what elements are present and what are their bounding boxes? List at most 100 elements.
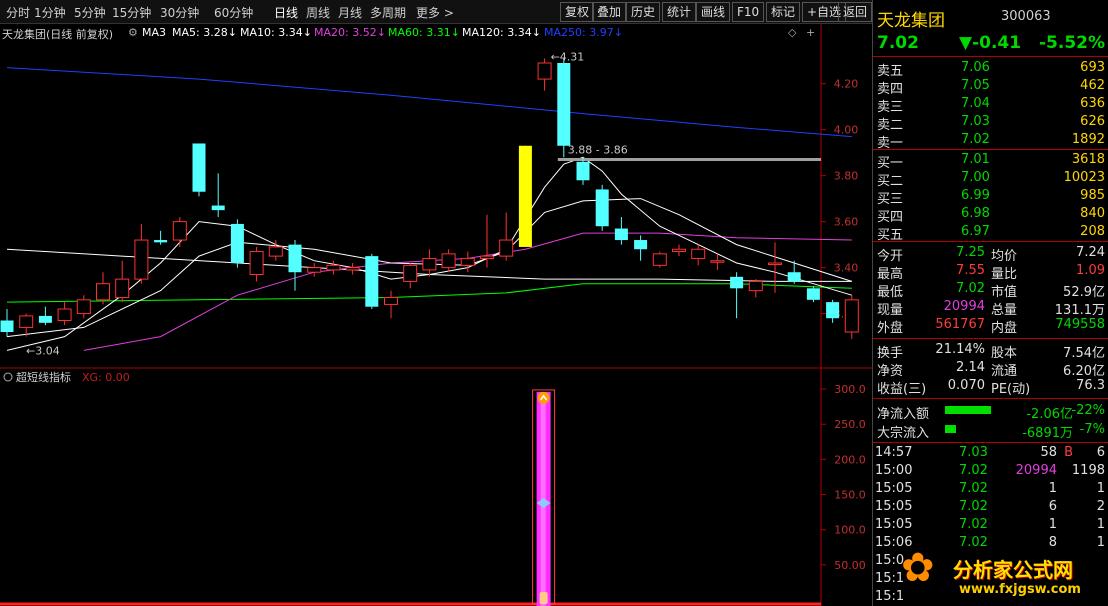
- bid-row: 买五 6.97 208: [873, 223, 1108, 243]
- price-tick-label: 3.80: [834, 170, 859, 183]
- stat-row: 最低 7.02 市值 52.9亿: [873, 280, 1108, 300]
- candle-body: [307, 267, 322, 273]
- candle-body: [652, 253, 667, 266]
- bid-volume: 208: [1080, 224, 1105, 239]
- tick-time: 15:1: [875, 571, 905, 586]
- stock-code: 300063: [1001, 9, 1051, 24]
- tick-row: 14:57 7.03 58 B 6: [873, 444, 1108, 462]
- tick-time: 15:0: [875, 553, 905, 568]
- stat-label: 内盘: [991, 321, 1018, 336]
- tick-count: 1: [1096, 517, 1105, 532]
- bid-volume: 985: [1080, 188, 1105, 203]
- candle-body: [441, 253, 456, 269]
- tick-count: 1198: [1071, 463, 1105, 478]
- candle-body: [115, 278, 130, 299]
- ask-price: 7.05: [961, 78, 990, 93]
- flow-bar: [945, 406, 991, 414]
- resistance-label: 3.88 - 3.86: [568, 144, 628, 157]
- ask-volume: 693: [1080, 60, 1105, 75]
- candle-body: [19, 315, 34, 328]
- tick-volume: 20994: [1015, 463, 1057, 478]
- tick-row: 15:00 7.02 20994 1198: [873, 462, 1108, 480]
- indicator-tick-label: 100.0: [834, 524, 866, 537]
- chart-canvas: 4.204.003.803.603.403.203.88 - 3.86←4.31…: [0, 24, 872, 606]
- candle-body: [365, 256, 379, 307]
- candle-body: [557, 62, 571, 146]
- price-change: ▼-0.41: [959, 33, 1022, 53]
- signal-arrow-icon: [537, 391, 550, 404]
- bid-price: 7.00: [961, 170, 990, 185]
- finance-value: 76.3: [1076, 378, 1105, 393]
- flow-row: 大宗流入 -6891万 -7%: [873, 421, 1108, 441]
- tick-count: 2: [1096, 499, 1105, 514]
- ask-volume: 636: [1080, 96, 1105, 111]
- indicator-tick-label: 50.00: [834, 559, 866, 572]
- price-change-pct: -5.52%: [1039, 33, 1106, 53]
- candle-body: [460, 257, 475, 266]
- tick-time: 15:05: [875, 517, 913, 532]
- bid-row: 买三 6.99 985: [873, 187, 1108, 207]
- tick-time: 15:00: [875, 463, 913, 478]
- tick-count: 6: [1096, 445, 1105, 460]
- panel-divider: [873, 398, 1108, 399]
- ask-volume: 1892: [1071, 132, 1105, 147]
- candle-body: [499, 239, 514, 257]
- tick-price: 7.02: [959, 463, 988, 478]
- ma-line-ma250: [6, 67, 852, 138]
- bid-row: 买二 7.00 10023: [873, 169, 1108, 189]
- stat-value: 749558: [1055, 317, 1105, 332]
- candle-body: [268, 246, 283, 257]
- stat-value: 1.09: [1076, 263, 1105, 278]
- indicator-title: 超短线指标: [16, 370, 71, 384]
- candle-body: [480, 255, 494, 259]
- tick-time: 15:05: [875, 499, 913, 514]
- stat-value: 7.24: [1076, 245, 1105, 260]
- candle-body: [384, 297, 398, 305]
- candle-body: [403, 264, 418, 282]
- last-price: 7.02: [877, 33, 919, 53]
- candle-body: [57, 308, 72, 322]
- tick-count: 1: [1096, 481, 1105, 496]
- ma-line-ma60: [6, 283, 852, 303]
- tick-price: 7.03: [959, 445, 988, 460]
- finance-value: 0.070: [947, 378, 985, 393]
- flow-pct: -22%: [1071, 403, 1105, 418]
- finance-value: 21.14%: [935, 342, 985, 357]
- tick-time: 15:1: [875, 589, 905, 604]
- bid-price: 6.99: [961, 188, 990, 203]
- flow-label: 大宗流入: [877, 426, 930, 441]
- bid-volume: 3618: [1071, 152, 1105, 167]
- candle-body: [672, 248, 686, 253]
- tick-time: 15:05: [875, 481, 913, 496]
- stat-row: 最高 7.55 量比 1.09: [873, 262, 1108, 282]
- watermark-name: 分析家公式网: [953, 558, 1073, 582]
- panel-divider: [873, 338, 1108, 339]
- ask-price: 7.03: [961, 114, 990, 129]
- candle-body: [345, 267, 360, 271]
- stat-row: 现量 20994 总量 131.1万: [873, 298, 1108, 318]
- candle-body: [422, 257, 437, 271]
- candle-body: [0, 320, 14, 333]
- ask-price: 7.06: [961, 60, 990, 75]
- candle-body: [76, 299, 91, 315]
- stat-row: 外盘 561767 内盘 749558: [873, 316, 1108, 336]
- ask-row: 卖一 7.02 1892: [873, 131, 1108, 151]
- finance-row: 收益(三) 0.070 PE(动) 76.3: [873, 377, 1108, 397]
- bid-volume: 840: [1080, 206, 1105, 221]
- candle-body: [634, 240, 648, 250]
- candle-body: [806, 288, 820, 300]
- bid-price: 6.98: [961, 206, 990, 221]
- candle-body: [787, 272, 801, 282]
- price-tick-label: 3.60: [834, 216, 859, 229]
- candle-body: [576, 161, 590, 181]
- candle-body: [96, 283, 110, 301]
- stat-value: 7.25: [956, 245, 985, 260]
- stat-label: 外盘: [877, 321, 904, 336]
- ask-volume: 462: [1080, 78, 1105, 93]
- panel-divider: [873, 56, 1108, 57]
- finance-row: 净资 2.14 流通 6.20亿: [873, 359, 1108, 379]
- tick-volume: 1: [1048, 517, 1057, 532]
- candle-body: [326, 264, 341, 271]
- candle-body: [38, 315, 52, 323]
- tick-flag: B: [1064, 445, 1073, 460]
